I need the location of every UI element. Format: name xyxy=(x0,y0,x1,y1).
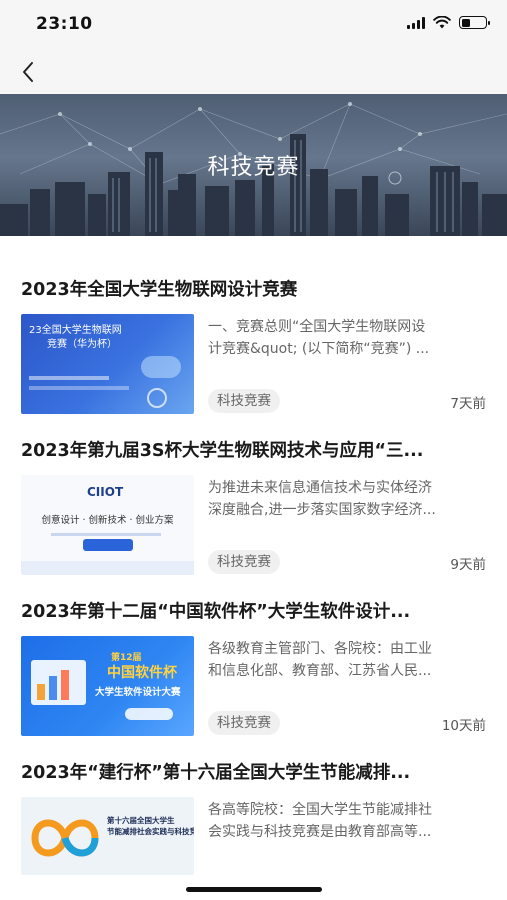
status-bar: 23:10 xyxy=(0,0,507,50)
article-title: 2023年全国大学生物联网设计竞赛 xyxy=(21,280,298,300)
banner-title: 科技竞赛 xyxy=(207,155,300,180)
article-thumbnail: 第十六届全国大学生 节能减排社会实践与科技竞赛 xyxy=(21,797,194,875)
article-card[interactable]: 2023年“建行杯”第十六届全国大学生节能减排... 第十六届全国大学生 节能减… xyxy=(0,719,507,879)
article-card[interactable]: 2023年第九届3S杯大学生物联网技术与应用“三... CIIOT 创意设计 ·… xyxy=(0,397,507,575)
infinity-logo-image xyxy=(31,819,99,857)
summary-line: 各级教育主管部门、各院校：由工业 xyxy=(208,641,432,657)
summary-line: 计竞赛&quot; (以下简称“竞赛”) ... xyxy=(208,341,430,357)
summary-line: 各高等院校：全国大学生节能减排社 xyxy=(208,802,432,818)
status-time: 23:10 xyxy=(36,14,93,34)
thumb-text: 中国软件杯 xyxy=(107,665,177,681)
thumb-text: 23全国大学生物联网 xyxy=(29,325,122,336)
article-title: 2023年第十二届“中国软件杯”大学生软件设计... xyxy=(21,602,411,622)
summary-line: 一、竞赛总则“全国大学生物联网设 xyxy=(208,319,426,335)
article-summary: 一、竞赛总则“全国大学生物联网设 计竞赛&quot; (以下简称“竞赛”) ..… xyxy=(208,316,488,360)
article-summary: 各级教育主管部门、各院校：由工业 和信息化部、教育部、江苏省人民... xyxy=(208,638,488,682)
article-title: 2023年第九届3S杯大学生物联网技术与应用“三... xyxy=(21,441,424,461)
summary-line: 会实践与科技竞赛是由教育部高等... xyxy=(208,824,432,840)
navigation-bar xyxy=(0,50,507,94)
cellular-signal-icon xyxy=(407,16,425,29)
category-banner: 科技竞赛 xyxy=(0,94,507,236)
chevron-left-icon xyxy=(23,62,33,82)
summary-line: 为推进未来信息通信技术与实体经济 xyxy=(208,480,432,496)
summary-line: 和信息化部、教育部、江苏省人民... xyxy=(208,663,432,679)
thumb-text: 第十六届全国大学生 xyxy=(107,816,175,825)
article-title: 2023年“建行杯”第十六届全国大学生节能减排... xyxy=(21,763,411,783)
article-summary: 各高等院校：全国大学生节能减排社 会实践与科技竞赛是由教育部高等... xyxy=(208,799,488,843)
home-indicator[interactable] xyxy=(185,887,322,892)
status-icons xyxy=(407,16,490,29)
thumb-text: CIIOT xyxy=(87,485,124,499)
thumb-text: 节能减排社会实践与科技竞赛 xyxy=(107,827,194,836)
battery-icon xyxy=(459,16,490,29)
article-card[interactable]: 2023年第十二届“中国软件杯”大学生软件设计... 第12届 中国软件杯 大学… xyxy=(0,558,507,736)
back-button[interactable] xyxy=(12,56,44,88)
article-card[interactable]: 2023年全国大学生物联网设计竞赛 23全国大学生物联网 竞赛（华为杯） 一、竞… xyxy=(0,236,507,414)
summary-line: 深度融合,进一步落实国家数字经济... xyxy=(208,502,436,518)
thumb-text: 大学生软件设计大赛 xyxy=(95,687,181,698)
thumb-text: 创意设计 · 创新技术 · 创业方案 xyxy=(41,515,174,526)
article-summary: 为推进未来信息通信技术与实体经济 深度融合,进一步落实国家数字经济... xyxy=(208,477,488,521)
wifi-icon xyxy=(433,16,451,29)
thumb-text: 竞赛（华为杯） xyxy=(47,339,117,350)
